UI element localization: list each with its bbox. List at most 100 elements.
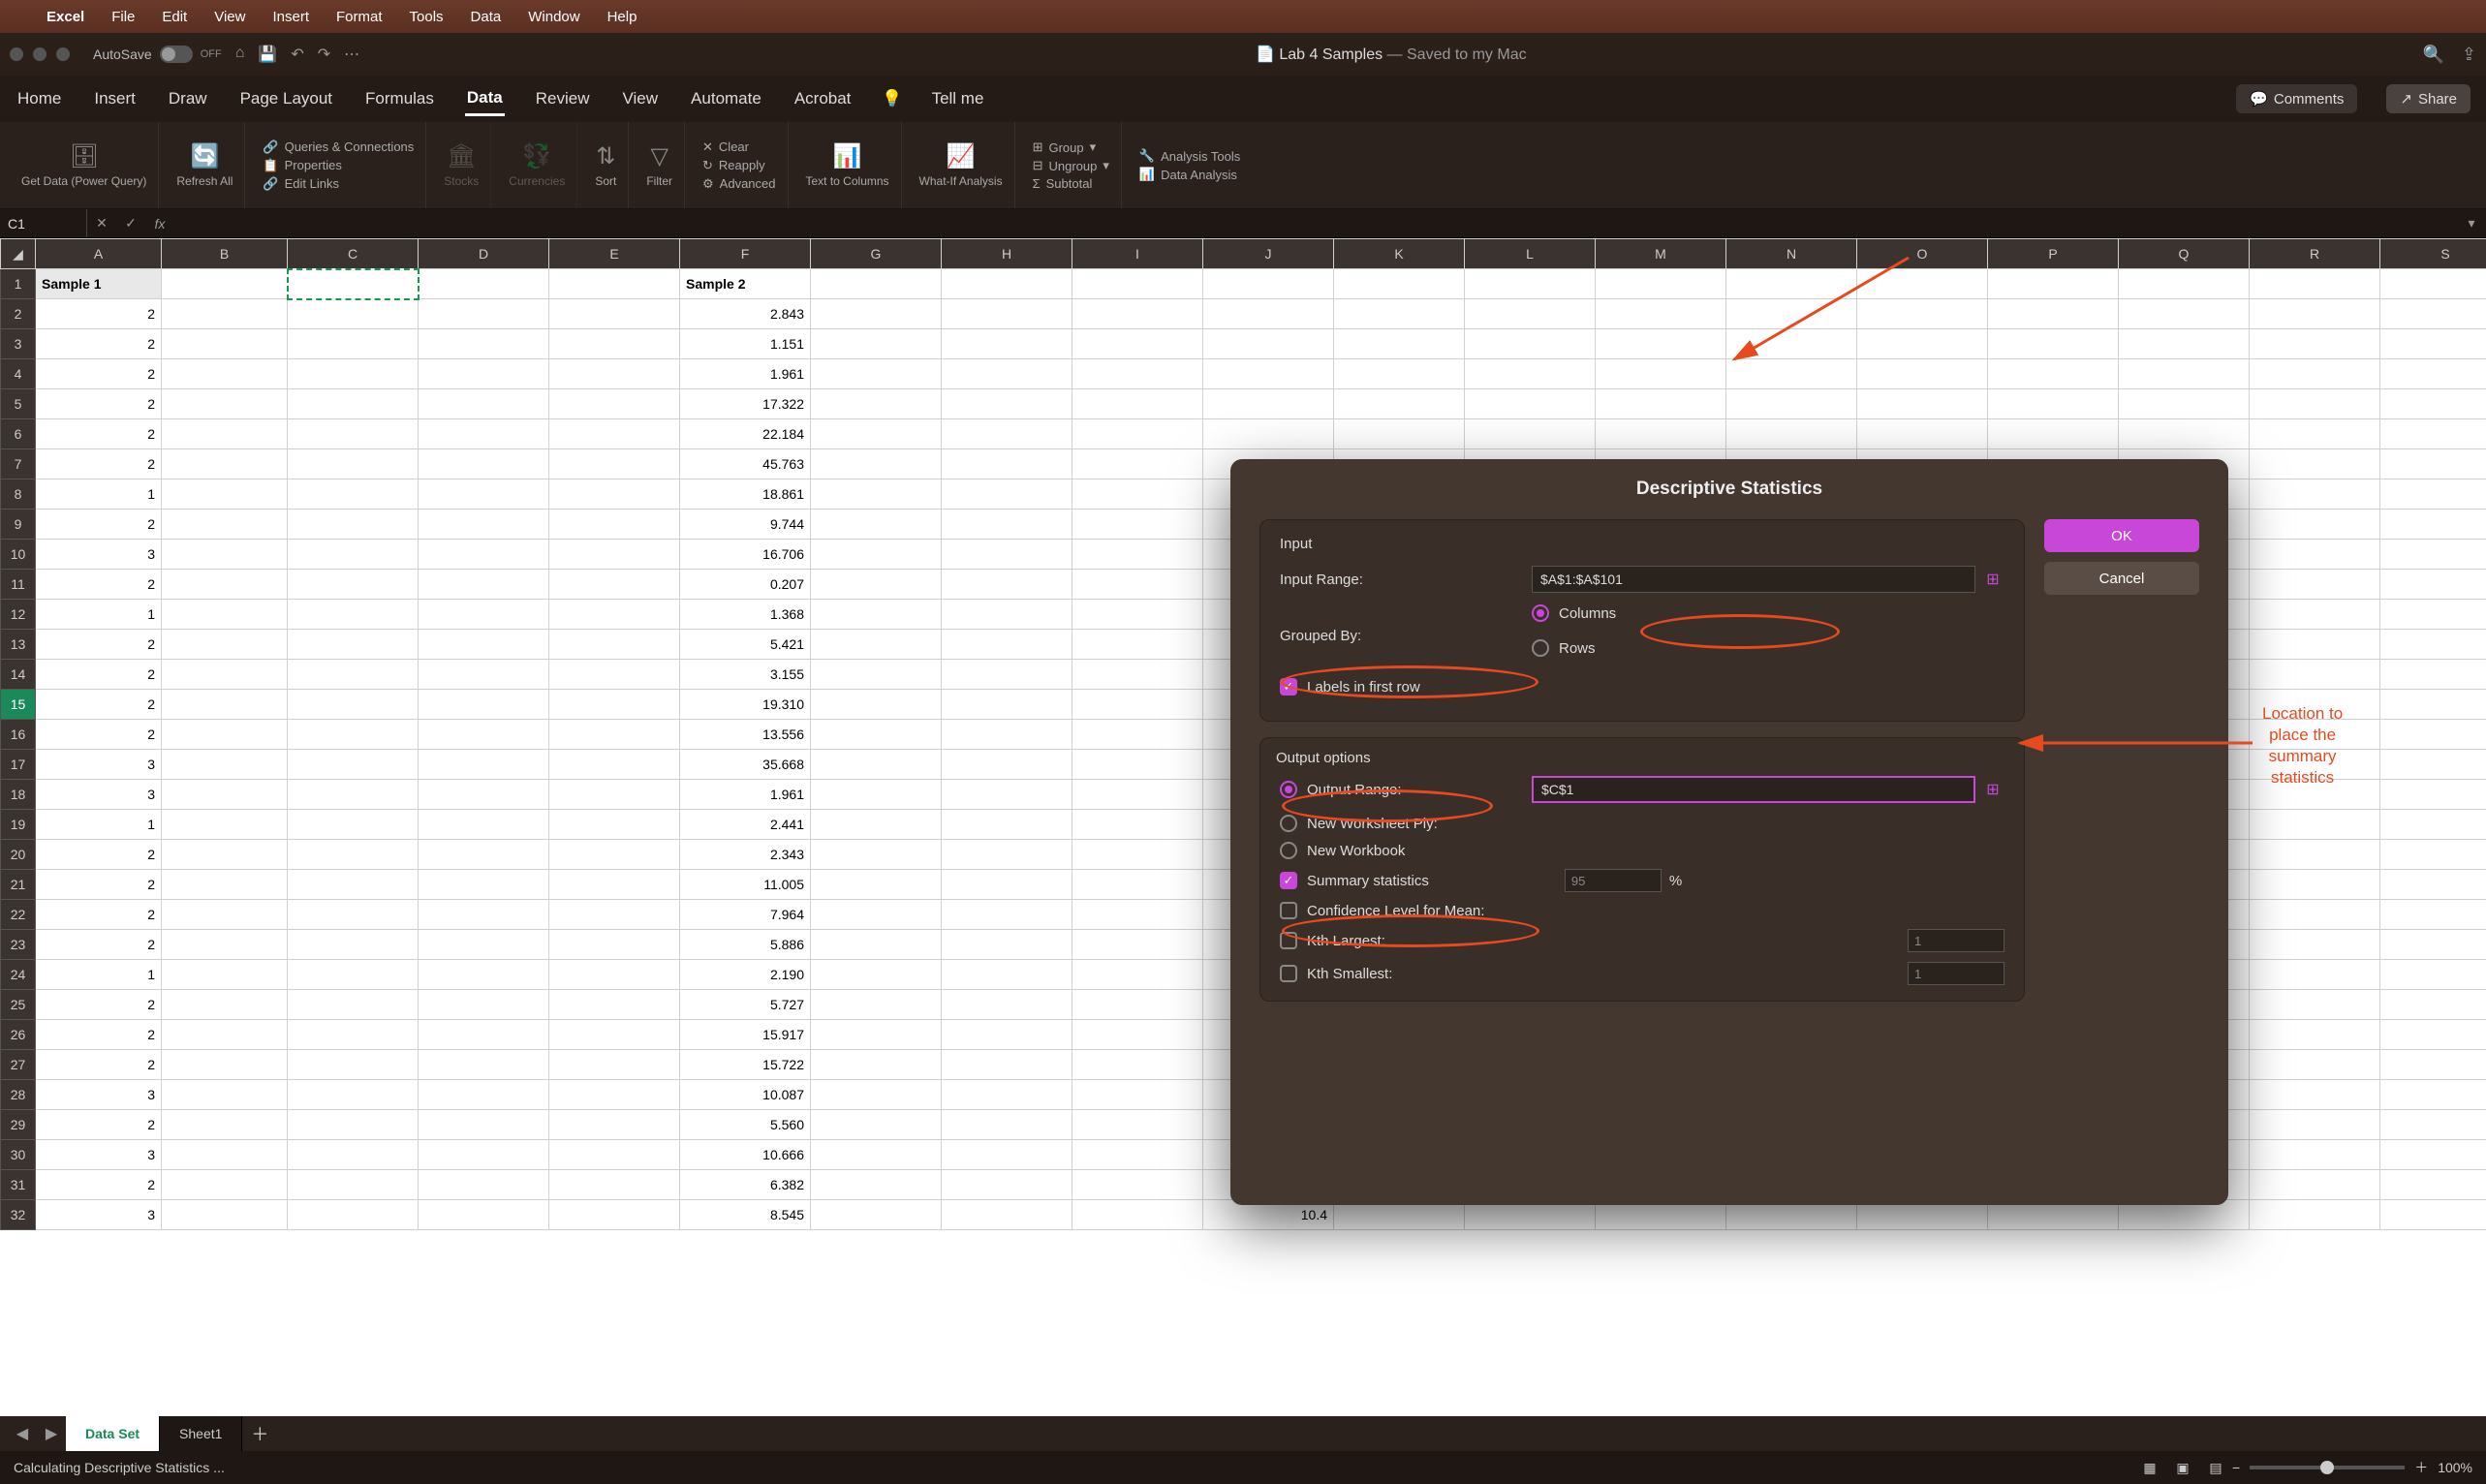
column-header[interactable]: D (419, 239, 549, 269)
cell[interactable]: 1.151 (680, 329, 811, 359)
cell[interactable] (942, 1020, 1072, 1050)
reapply-button[interactable]: ↻ Reapply (702, 158, 765, 173)
cell[interactable] (162, 510, 288, 540)
cell[interactable] (288, 840, 419, 870)
analysis-tools-button[interactable]: 🔧 Analysis Tools (1139, 148, 1240, 164)
cell[interactable] (1072, 1140, 1203, 1170)
tellme-label[interactable]: Tell me (932, 89, 984, 108)
cell[interactable] (1203, 329, 1334, 359)
column-header[interactable]: G (811, 239, 942, 269)
cell[interactable] (162, 479, 288, 510)
cell[interactable] (288, 1170, 419, 1200)
search-icon[interactable]: 🔍 (2422, 45, 2443, 65)
cell[interactable] (942, 269, 1072, 299)
cell[interactable] (2380, 720, 2486, 750)
cell[interactable] (2380, 810, 2486, 840)
cell[interactable] (549, 1080, 680, 1110)
cell[interactable] (288, 930, 419, 960)
zoom-slider[interactable] (2250, 1466, 2405, 1469)
cell[interactable] (2250, 540, 2380, 570)
cell[interactable] (1857, 299, 1988, 329)
cell[interactable] (2380, 630, 2486, 660)
cell[interactable] (2250, 960, 2380, 990)
column-header[interactable]: J (1203, 239, 1334, 269)
cell[interactable]: 2.843 (680, 299, 811, 329)
cell[interactable] (162, 720, 288, 750)
cell[interactable] (2119, 419, 2250, 449)
row-header[interactable]: 15 (1, 690, 36, 720)
cell[interactable] (942, 570, 1072, 600)
cell[interactable] (942, 600, 1072, 630)
cell[interactable] (811, 600, 942, 630)
cell[interactable] (419, 1020, 549, 1050)
cell[interactable] (2250, 780, 2380, 810)
column-header[interactable]: Q (2119, 239, 2250, 269)
cancel-button[interactable]: Cancel (2044, 562, 2199, 595)
cell[interactable] (1726, 329, 1857, 359)
cell[interactable] (2250, 1050, 2380, 1080)
cell[interactable] (811, 1170, 942, 1200)
cell[interactable] (162, 900, 288, 930)
cell[interactable] (1334, 389, 1465, 419)
cell[interactable] (2250, 990, 2380, 1020)
cell[interactable] (1988, 329, 2119, 359)
cell[interactable] (1465, 299, 1596, 329)
cell[interactable] (2250, 1080, 2380, 1110)
cell[interactable] (1072, 900, 1203, 930)
cell[interactable] (1726, 359, 1857, 389)
column-header[interactable]: O (1857, 239, 1988, 269)
cell[interactable] (162, 1020, 288, 1050)
tellme-icon[interactable]: 💡 (882, 89, 902, 108)
queries-connections-button[interactable]: 🔗 Queries & Connections (263, 139, 414, 155)
cell[interactable] (2250, 389, 2380, 419)
cell[interactable] (162, 299, 288, 329)
cell[interactable] (162, 840, 288, 870)
cell[interactable] (2380, 1170, 2486, 1200)
cell[interactable] (2119, 389, 2250, 419)
cell[interactable] (1072, 840, 1203, 870)
grouped-columns-radio[interactable]: Columns (1532, 604, 1616, 622)
row-header[interactable]: 27 (1, 1050, 36, 1080)
cell[interactable] (2380, 1200, 2486, 1230)
cell[interactable] (419, 1200, 549, 1230)
cell[interactable] (942, 780, 1072, 810)
kth-largest-value[interactable] (1908, 929, 2004, 952)
kth-smallest-check[interactable]: Kth Smallest: (1280, 962, 2004, 985)
cell[interactable] (1072, 1050, 1203, 1080)
cell[interactable] (549, 1020, 680, 1050)
tab-insert[interactable]: Insert (92, 83, 138, 114)
cell[interactable] (1596, 419, 1726, 449)
cell[interactable]: 3 (36, 750, 162, 780)
cell[interactable] (549, 990, 680, 1020)
range-select-icon[interactable]: ⊞ (1981, 568, 2004, 591)
cell[interactable] (2380, 780, 2486, 810)
cell[interactable]: 2 (36, 840, 162, 870)
cell[interactable] (288, 960, 419, 990)
cell[interactable] (162, 1050, 288, 1080)
cell[interactable]: 3 (36, 1080, 162, 1110)
cell[interactable] (419, 930, 549, 960)
cell[interactable] (942, 1080, 1072, 1110)
cell[interactable] (1726, 269, 1857, 299)
column-header[interactable]: K (1334, 239, 1465, 269)
cell[interactable] (419, 1080, 549, 1110)
menu-view[interactable]: View (214, 9, 245, 25)
cell[interactable] (942, 389, 1072, 419)
cell[interactable] (288, 900, 419, 930)
cell[interactable] (2380, 359, 2486, 389)
cell[interactable] (2380, 1050, 2486, 1080)
row-header[interactable]: 8 (1, 479, 36, 510)
cell[interactable] (549, 960, 680, 990)
menu-edit[interactable]: Edit (162, 9, 187, 25)
cell[interactable] (1072, 1200, 1203, 1230)
cell[interactable] (2380, 960, 2486, 990)
cell[interactable]: 9.744 (680, 510, 811, 540)
cell[interactable] (1203, 419, 1334, 449)
column-header[interactable]: I (1072, 239, 1203, 269)
cell[interactable] (419, 389, 549, 419)
range-select-icon-2[interactable]: ⊞ (1981, 778, 2004, 801)
cell[interactable] (162, 960, 288, 990)
undo-icon[interactable]: ↶ (291, 45, 303, 64)
cell[interactable]: 2 (36, 419, 162, 449)
cell[interactable] (2380, 1110, 2486, 1140)
